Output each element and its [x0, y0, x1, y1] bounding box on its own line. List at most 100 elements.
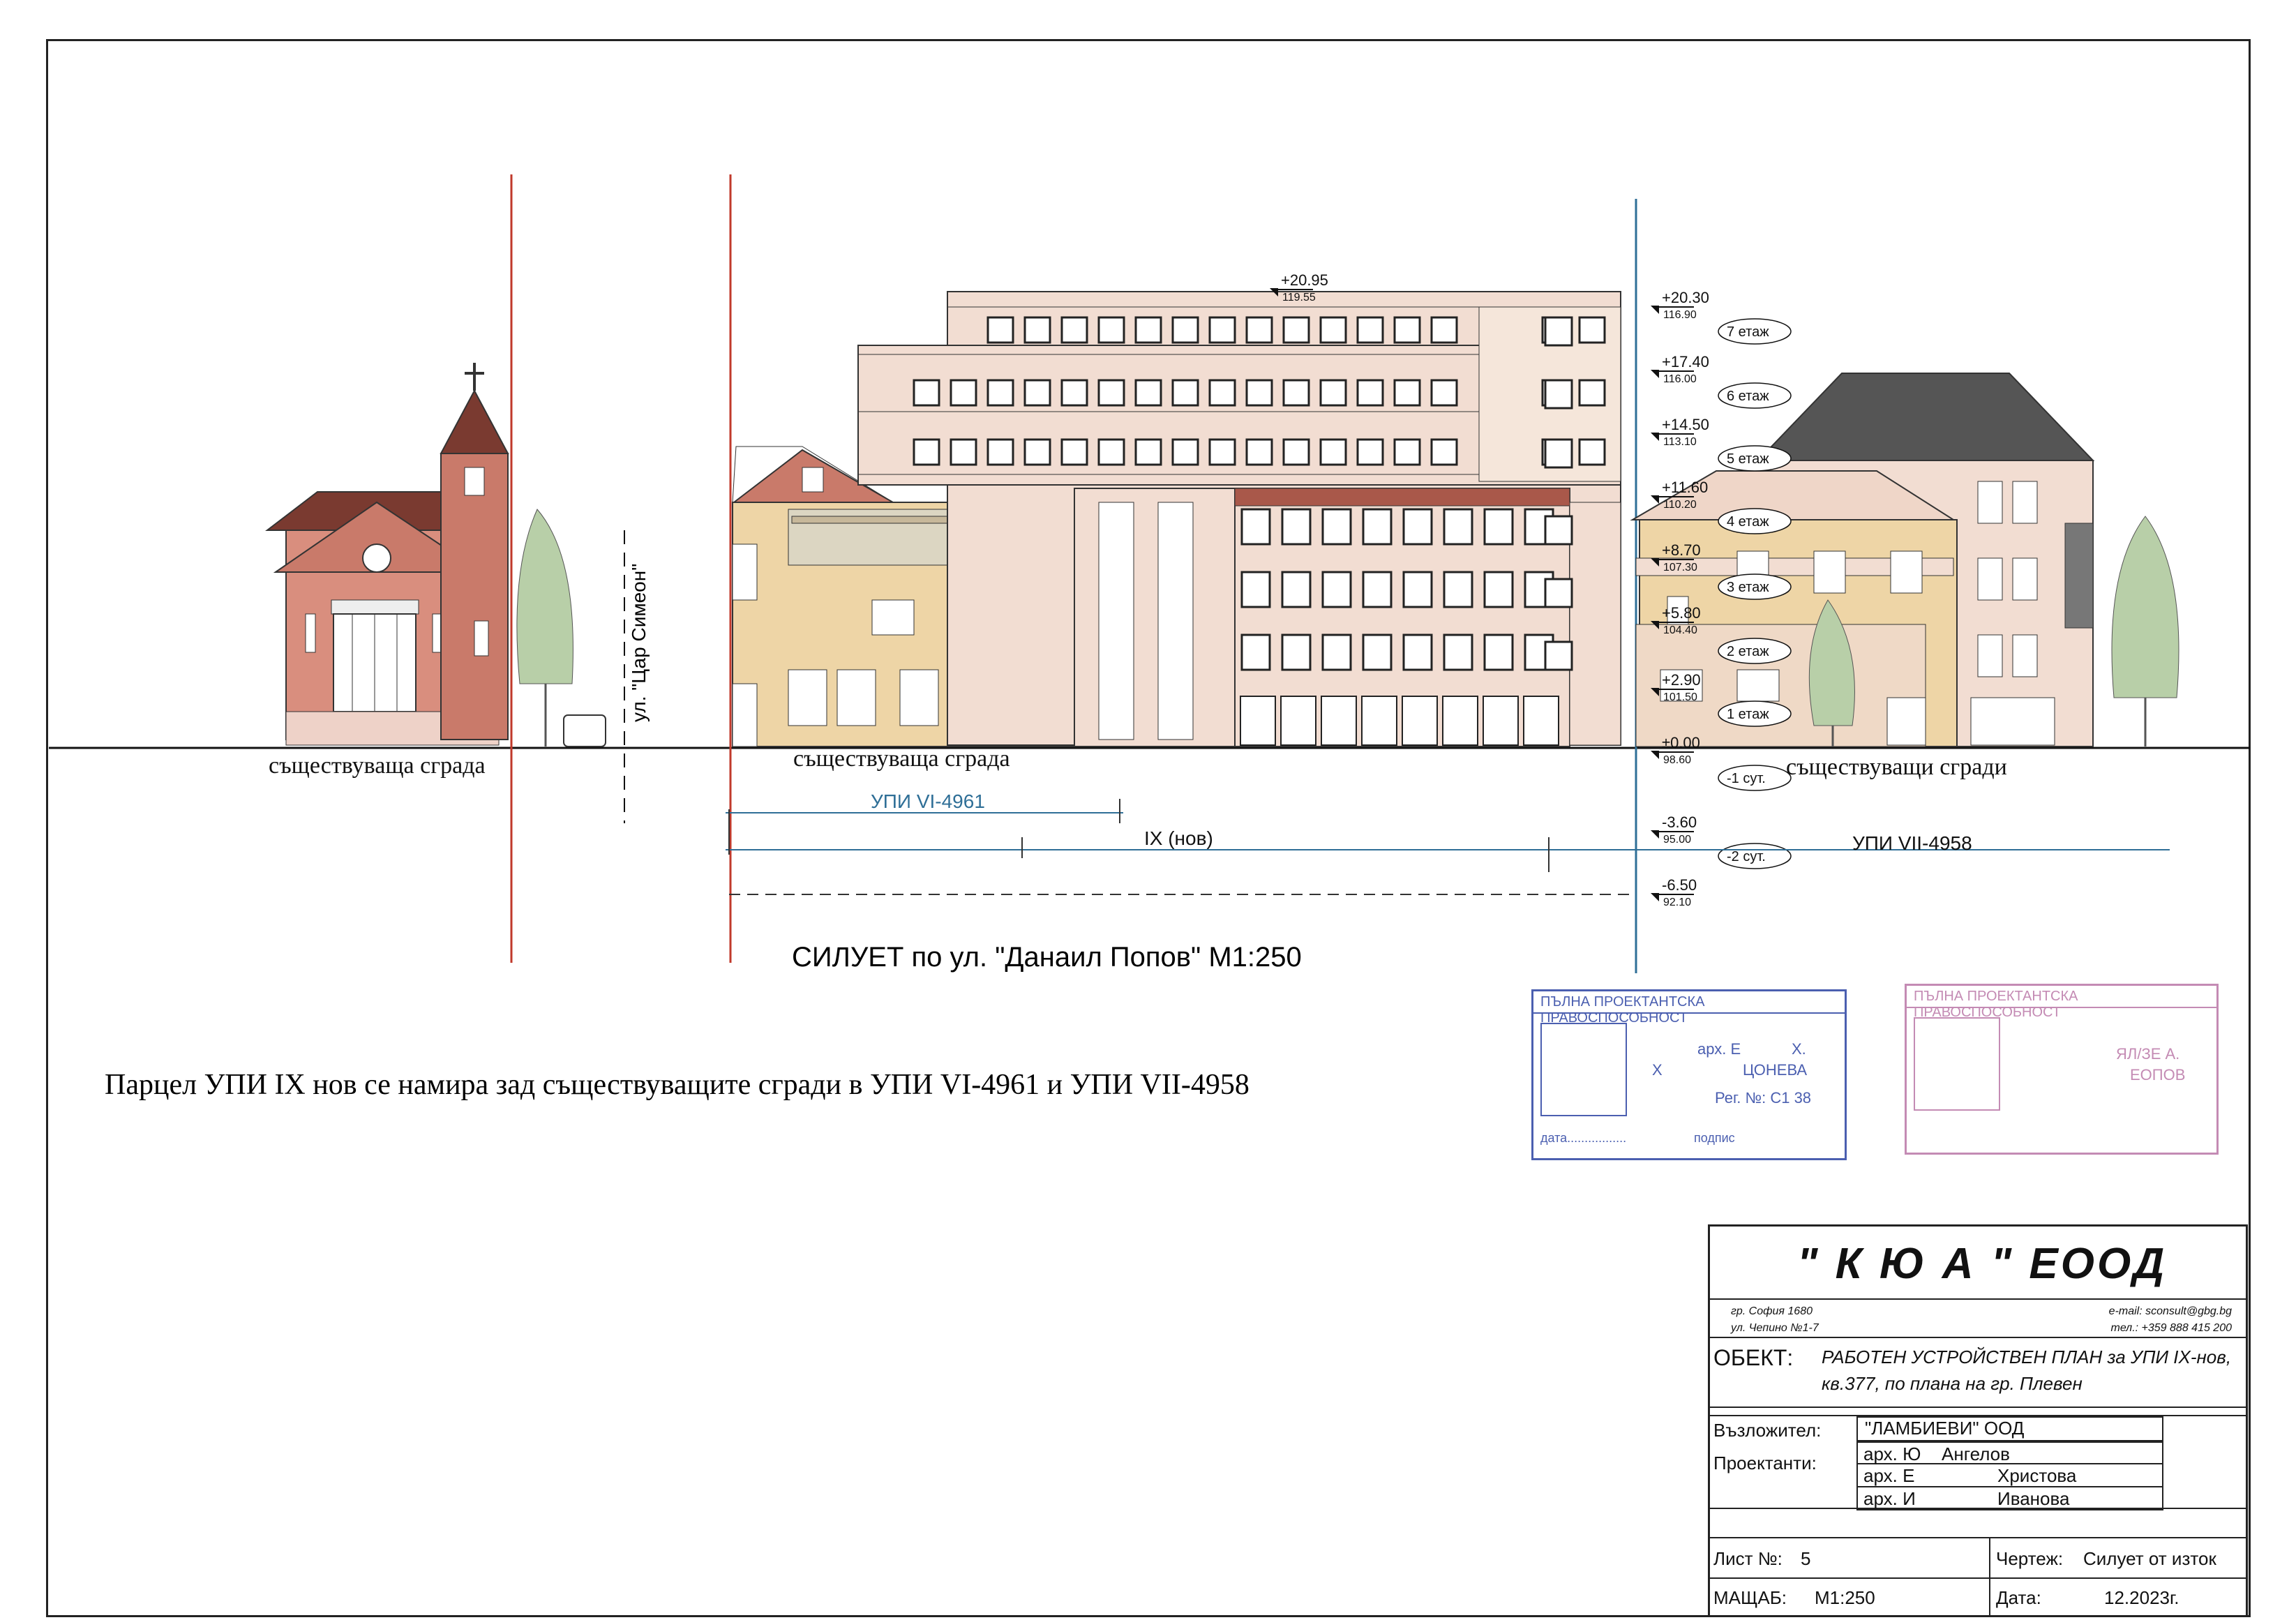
window	[1023, 438, 1051, 466]
window	[1443, 633, 1473, 671]
window	[1023, 316, 1051, 344]
level-value: +11.60	[1662, 479, 1708, 496]
window	[1240, 571, 1271, 608]
shop-window	[1402, 696, 1438, 746]
window	[1134, 316, 1162, 344]
window	[1281, 633, 1312, 671]
stamp2-header: ПЪЛНА ПРОЕКТАНТСКА ПРАВОСПОСОБНОСТ	[1907, 986, 2216, 1020]
floor-label: 4 етаж	[1718, 508, 1792, 534]
window	[1208, 379, 1236, 407]
window	[1319, 316, 1347, 344]
stamp-initial: Х.	[1792, 1040, 1806, 1058]
level-marker: +20.30 116.90	[1651, 289, 1709, 321]
level-absolute: 110.20	[1663, 499, 1697, 511]
window	[1245, 438, 1273, 466]
new-building-tower	[857, 291, 1621, 747]
level-marker: +17.40 116.00	[1651, 353, 1709, 385]
svg-text:4 етаж: 4 етаж	[1727, 514, 1769, 530]
window	[1321, 571, 1352, 608]
company-email: e-mail: sconsult@gbg.bg	[2108, 1305, 2232, 1317]
existing-buildings-right	[1630, 373, 2179, 747]
company-city: гр. София 1680	[1731, 1305, 1813, 1317]
window	[1319, 379, 1347, 407]
stamp-date: дата.................	[1540, 1131, 1627, 1145]
window	[1402, 633, 1433, 671]
label-existing-building-middle: съществуваща сграда	[793, 746, 1010, 772]
plot-upi-vii-label: УПИ VII-4958	[1852, 832, 1972, 854]
window	[1240, 508, 1271, 546]
floor-label: 1 етаж	[1718, 700, 1792, 727]
window	[1544, 438, 1573, 469]
window	[1443, 571, 1473, 608]
svg-text:7 етаж: 7 етаж	[1727, 324, 1769, 340]
title-block: " К Ю А " ЕООД гр. София 1680 ул. Чепино…	[1708, 1224, 2248, 1617]
window	[950, 379, 977, 407]
designer-name: Христова	[1997, 1465, 2077, 1486]
company-phone: тел.: +359 888 415 200	[2110, 1322, 2232, 1334]
window	[913, 379, 940, 407]
window	[1483, 633, 1514, 671]
window	[1282, 316, 1310, 344]
designer-row: арх. Ю Ангелов	[1856, 1441, 2163, 1464]
label-existing-buildings-right: съществуващи сгради	[1786, 754, 2007, 780]
window	[1208, 316, 1236, 344]
floor-label: 3 етаж	[1718, 573, 1792, 600]
object-label: ОБЕКТ:	[1713, 1345, 1794, 1370]
level-marker: +14.50 113.10	[1651, 416, 1709, 448]
stamp-arch: арх. Е	[1697, 1040, 1741, 1058]
floor-label: -2 сут.	[1718, 843, 1792, 869]
window	[1362, 571, 1393, 608]
window	[1319, 438, 1347, 466]
window	[1023, 379, 1051, 407]
window	[1245, 316, 1273, 344]
stamp-header: ПЪЛНА ПРОЕКТАНТСКА ПРАВОСПОСОБНОСТ	[1533, 991, 1845, 1026]
window	[1134, 438, 1162, 466]
svg-text:3 етаж: 3 етаж	[1727, 580, 1769, 595]
client-label: Възложител:	[1713, 1420, 1822, 1441]
level-value: -6.50	[1662, 876, 1697, 894]
level-absolute: 101.50	[1663, 691, 1697, 703]
window	[1240, 633, 1271, 671]
level-value: +20.30	[1662, 289, 1709, 306]
sheet-number: 5	[1801, 1548, 1811, 1569]
object-line-1: РАБОТЕН УСТРОЙСТВЕН ПЛАН за УПИ IX-нов,	[1822, 1347, 2232, 1367]
window	[1356, 379, 1384, 407]
company-name: " К Ю А " ЕООД	[1797, 1240, 2168, 1288]
window	[1443, 508, 1473, 546]
shop-window	[1280, 696, 1316, 746]
window	[1356, 438, 1384, 466]
level-absolute: 116.00	[1663, 373, 1697, 385]
window	[1544, 515, 1573, 546]
level-value: +2.90	[1662, 671, 1701, 689]
window	[1544, 640, 1573, 671]
level-absolute: 116.90	[1663, 309, 1697, 321]
designer-row: арх. Е Христова	[1856, 1464, 2163, 1487]
window	[913, 438, 940, 466]
stamp-sign: подпис	[1694, 1131, 1735, 1145]
drawing-label: Чертеж:	[1996, 1548, 2064, 1569]
window	[1393, 438, 1421, 466]
drawing-name: Силует от изток	[2083, 1548, 2216, 1569]
window	[1356, 316, 1384, 344]
window	[1430, 316, 1458, 344]
window	[1544, 316, 1573, 347]
stamp-logo-icon	[1540, 1023, 1627, 1116]
level-absolute: 107.30	[1663, 562, 1697, 573]
window	[1362, 633, 1393, 671]
window	[1393, 379, 1421, 407]
stamp-name-left: Х	[1652, 1061, 1663, 1079]
window	[986, 438, 1014, 466]
client-name: "ЛАМБИЕВИ" ООД	[1856, 1416, 2163, 1441]
scale-value: М1:250	[1815, 1587, 1875, 1608]
window	[1097, 438, 1125, 466]
window	[950, 438, 977, 466]
level-value: -3.60	[1662, 813, 1697, 831]
window	[1483, 571, 1514, 608]
floor-label: 2 етаж	[1718, 638, 1792, 664]
level-absolute: 92.10	[1663, 897, 1691, 908]
window	[1578, 438, 1606, 466]
shop-window	[1483, 696, 1519, 746]
window	[1430, 438, 1458, 466]
svg-text:5 етаж: 5 етаж	[1727, 451, 1769, 467]
svg-text:2 етаж: 2 етаж	[1727, 644, 1769, 659]
